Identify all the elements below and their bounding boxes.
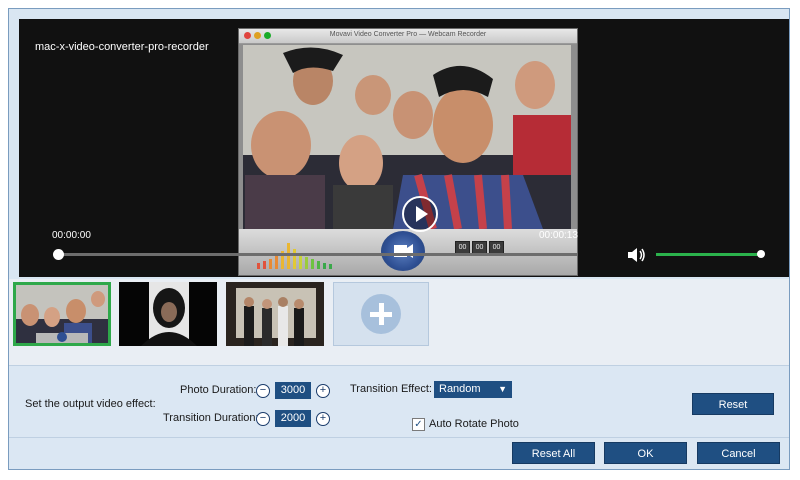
photo-duration-input[interactable]: 3000 — [275, 382, 311, 399]
photo-duration-increment-button[interactable]: + — [316, 384, 330, 398]
auto-rotate-checkbox[interactable]: ✓ — [412, 418, 425, 431]
transition-duration-decrement-button[interactable]: − — [256, 412, 270, 426]
auto-rotate-label: Auto Rotate Photo — [429, 418, 519, 430]
photo-thumbnail-strip — [9, 279, 789, 371]
dialog-footer: Reset All OK Cancel — [9, 437, 789, 469]
video-effect-dialog: mac-x-video-converter-pro-recorder Movav… — [8, 8, 790, 470]
speaker-icon[interactable] — [627, 247, 647, 263]
transition-effect-label: Transition Effect: — [350, 383, 432, 395]
ok-button[interactable]: OK — [604, 442, 687, 464]
add-photo-button[interactable] — [333, 282, 429, 346]
current-time: 00:00:00 — [52, 230, 91, 241]
recorder-titlebar: Movavi Video Converter Pro — Webcam Reco… — [239, 29, 577, 44]
thumbnail-group-standing[interactable] — [226, 282, 324, 346]
thumbnail-image — [226, 282, 324, 346]
cancel-button[interactable]: Cancel — [697, 442, 780, 464]
transition-duration-input[interactable]: 2000 — [275, 410, 311, 427]
reset-all-button[interactable]: Reset All — [512, 442, 595, 464]
reset-button[interactable]: Reset — [692, 393, 774, 415]
recorder-controls: 00 00 00 — [239, 229, 577, 275]
transition-duration-label: Transition Duration: — [163, 412, 259, 424]
photo-duration-label: Photo Duration: — [180, 384, 257, 396]
seek-handle[interactable] — [53, 249, 64, 260]
record-button[interactable] — [381, 231, 425, 271]
video-effect-settings: Set the output video effect: Photo Durat… — [9, 365, 789, 438]
recorder-title: Movavi Video Converter Pro — Webcam Reco… — [329, 31, 487, 38]
output-effect-label: Set the output video effect: — [25, 398, 156, 410]
thumbnail-image — [119, 282, 217, 346]
camera-icon — [394, 244, 413, 258]
thumbnail-image — [16, 285, 108, 343]
chevron-down-icon: ▼ — [498, 384, 507, 394]
photo-duration-decrement-button[interactable]: − — [256, 384, 270, 398]
play-icon — [416, 206, 428, 222]
transition-effect-dropdown[interactable]: Random ▼ — [434, 381, 512, 398]
thumbnail-hooded-person[interactable] — [119, 282, 217, 346]
plus-icon — [361, 294, 401, 334]
seek-bar[interactable] — [57, 253, 577, 256]
total-time: 00:00:13 — [539, 230, 578, 241]
preview-title: mac-x-video-converter-pro-recorder — [35, 41, 209, 53]
recorder-window-frame: Movavi Video Converter Pro — Webcam Reco… — [238, 28, 578, 276]
thumbnail-group-selfie[interactable] — [13, 282, 111, 346]
video-preview[interactable]: mac-x-video-converter-pro-recorder Movav… — [19, 19, 789, 277]
volume-slider[interactable] — [656, 253, 760, 256]
volume-handle[interactable] — [757, 250, 765, 258]
transition-effect-value: Random — [439, 383, 481, 395]
transition-duration-increment-button[interactable]: + — [316, 412, 330, 426]
play-button[interactable] — [402, 196, 438, 232]
